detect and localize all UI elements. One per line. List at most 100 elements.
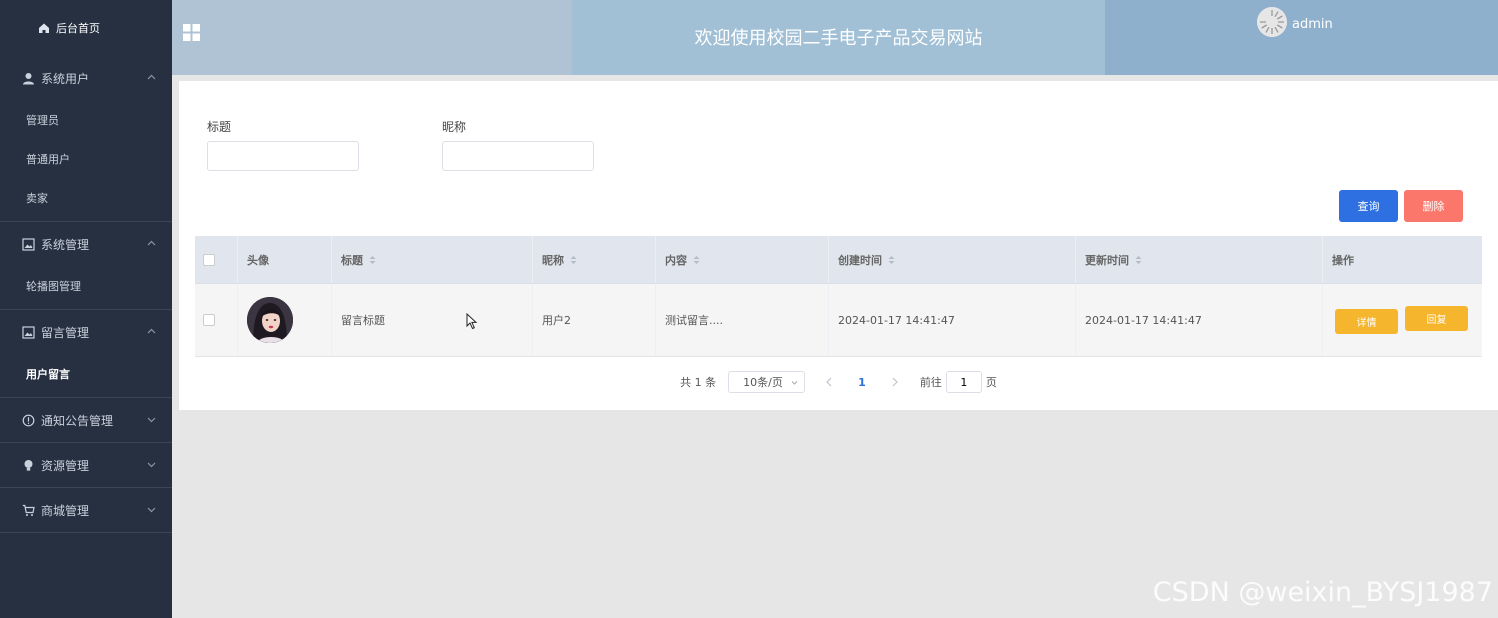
table-header: 头像 标题 昵称 内容 创建时间 更新时间 操作 — [195, 236, 1482, 284]
prev-page-icon[interactable] — [825, 377, 833, 387]
sort-icon[interactable] — [888, 255, 895, 265]
pagination: 共 1 条 10条/页 1 前往 页 — [179, 370, 1498, 394]
sidebar-item-user-messages[interactable]: 用户留言 — [0, 354, 172, 393]
sidebar-group-messages: 留言管理 用户留言 — [0, 310, 172, 398]
next-page-icon[interactable] — [891, 377, 899, 387]
title-filter-input[interactable] — [207, 141, 359, 171]
header-created[interactable]: 创建时间 — [829, 236, 1076, 283]
column-header: 昵称 — [542, 253, 564, 267]
sidebar-item-admin[interactable]: 管理员 — [0, 100, 172, 139]
page-size-select[interactable]: 10条/页 — [728, 371, 806, 393]
column-header: 标题 — [341, 253, 363, 267]
grid-menu-icon[interactable] — [183, 24, 200, 41]
row-nickname: 用户2 — [533, 284, 656, 356]
header-avatar: 头像 — [238, 236, 332, 283]
detail-button[interactable]: 详情 — [1335, 308, 1398, 334]
header-title[interactable]: 标题 — [332, 236, 533, 283]
header-right-panel: admin — [1105, 0, 1498, 75]
user-icon — [22, 72, 35, 85]
header-actions: 操作 — [1323, 236, 1482, 283]
info-circle-icon — [22, 414, 35, 427]
watermark: CSDN @weixin_BYSJ1987 — [1152, 577, 1493, 608]
header-updated[interactable]: 更新时间 — [1076, 236, 1323, 283]
sidebar-group-system-management: 系统管理 轮播图管理 — [0, 222, 172, 310]
header-nickname[interactable]: 昵称 — [533, 236, 656, 283]
column-header: 操作 — [1332, 253, 1354, 267]
sidebar-group-header-messages[interactable]: 留言管理 — [0, 310, 172, 354]
column-header: 更新时间 — [1085, 253, 1129, 267]
current-page[interactable]: 1 — [858, 376, 866, 389]
sidebar-group-header-notices[interactable]: 通知公告管理 — [0, 398, 172, 442]
sidebar-item-normal-user[interactable]: 普通用户 — [0, 139, 172, 178]
nickname-filter-input[interactable] — [442, 141, 594, 171]
messages-table: 头像 标题 昵称 内容 创建时间 更新时间 操作 留言标题 用户2 测试留言..… — [195, 236, 1482, 357]
table-row: 留言标题 用户2 测试留言.... 2024-01-17 14:41:47 20… — [195, 284, 1482, 357]
sidebar-group-mall: 商城管理 — [0, 488, 172, 533]
sidebar-group-header-system-users[interactable]: 系统用户 — [0, 56, 172, 100]
header-left-panel — [172, 0, 572, 75]
page-size-value: 10条/页 — [743, 376, 783, 389]
image-icon — [22, 325, 35, 339]
bulb-icon — [22, 459, 35, 472]
top-header: 欢迎使用校园二手电子产品交易网站 admin — [172, 0, 1498, 75]
row-title: 留言标题 — [332, 284, 533, 356]
row-checkbox-cell — [195, 284, 238, 356]
sidebar-item-seller[interactable]: 卖家 — [0, 178, 172, 217]
sidebar-group-header-mall[interactable]: 商城管理 — [0, 488, 172, 532]
header-checkbox-cell — [195, 236, 238, 283]
sidebar-group-notices: 通知公告管理 — [0, 398, 172, 443]
sort-icon[interactable] — [1135, 255, 1142, 265]
row-updated: 2024-01-17 14:41:47 — [1076, 284, 1323, 356]
header-center-panel: 欢迎使用校园二手电子产品交易网站 — [572, 0, 1105, 75]
sidebar-group-system-users: 系统用户 管理员 普通用户 卖家 — [0, 56, 172, 222]
sidebar-group-label: 留言管理 — [41, 325, 90, 340]
sidebar-item-carousel[interactable]: 轮播图管理 — [0, 266, 172, 305]
sidebar-group-label: 系统管理 — [41, 237, 90, 252]
sidebar-group-label: 通知公告管理 — [41, 413, 114, 428]
chevron-up-icon — [147, 327, 156, 336]
home-icon — [38, 22, 50, 34]
sidebar-group-header-system-management[interactable]: 系统管理 — [0, 222, 172, 266]
sidebar-group-label: 商城管理 — [41, 503, 90, 518]
cart-icon — [22, 504, 35, 517]
reply-button[interactable]: 回复 — [1405, 305, 1468, 331]
chevron-up-icon — [147, 73, 156, 82]
sidebar-group-label: 资源管理 — [41, 458, 90, 473]
row-checkbox[interactable] — [203, 314, 215, 326]
chevron-down-icon — [147, 460, 156, 469]
user-avatar[interactable] — [1257, 7, 1287, 37]
sidebar-home[interactable]: 后台首页 — [0, 0, 172, 56]
goto-page-input[interactable] — [945, 371, 982, 393]
header-content[interactable]: 内容 — [656, 236, 829, 283]
title-filter-label: 标题 — [207, 120, 232, 134]
main-card: 标题 昵称 查询 删除 头像 标题 昵称 内容 创建时间 更新时间 操作 留言标… — [179, 81, 1498, 410]
chevron-down-icon — [147, 505, 156, 514]
chevron-up-icon — [147, 239, 156, 248]
mouse-cursor-icon — [466, 312, 478, 330]
query-button[interactable]: 查询 — [1339, 190, 1398, 222]
sidebar-home-label: 后台首页 — [56, 22, 100, 35]
sidebar-group-resources: 资源管理 — [0, 443, 172, 488]
select-all-checkbox[interactable] — [203, 253, 215, 266]
sidebar-group-header-resources[interactable]: 资源管理 — [0, 443, 172, 487]
chevron-down-icon — [147, 415, 156, 424]
user-avatar-image — [247, 297, 293, 343]
row-avatar-cell — [238, 284, 332, 356]
column-header: 头像 — [247, 253, 269, 267]
goto-suffix: 页 — [985, 376, 997, 389]
total-count: 共 1 条 — [680, 376, 717, 389]
chevron-down-icon — [791, 379, 798, 386]
image-icon — [22, 237, 35, 251]
delete-button[interactable]: 删除 — [1404, 190, 1463, 222]
sidebar-group-label: 系统用户 — [41, 71, 90, 86]
nickname-filter-label: 昵称 — [442, 120, 467, 134]
site-title: 欢迎使用校园二手电子产品交易网站 — [694, 28, 983, 49]
sort-icon[interactable] — [570, 255, 577, 265]
column-header: 创建时间 — [838, 253, 882, 267]
sort-icon[interactable] — [693, 255, 700, 265]
row-actions: 详情 回复 — [1323, 284, 1482, 356]
username[interactable]: admin — [1292, 17, 1333, 32]
sort-icon[interactable] — [369, 255, 376, 265]
sidebar: 后台首页 系统用户 管理员 普通用户 卖家 系统管理 轮播图管理 留言管理 用户… — [0, 0, 172, 618]
row-created: 2024-01-17 14:41:47 — [829, 284, 1076, 356]
